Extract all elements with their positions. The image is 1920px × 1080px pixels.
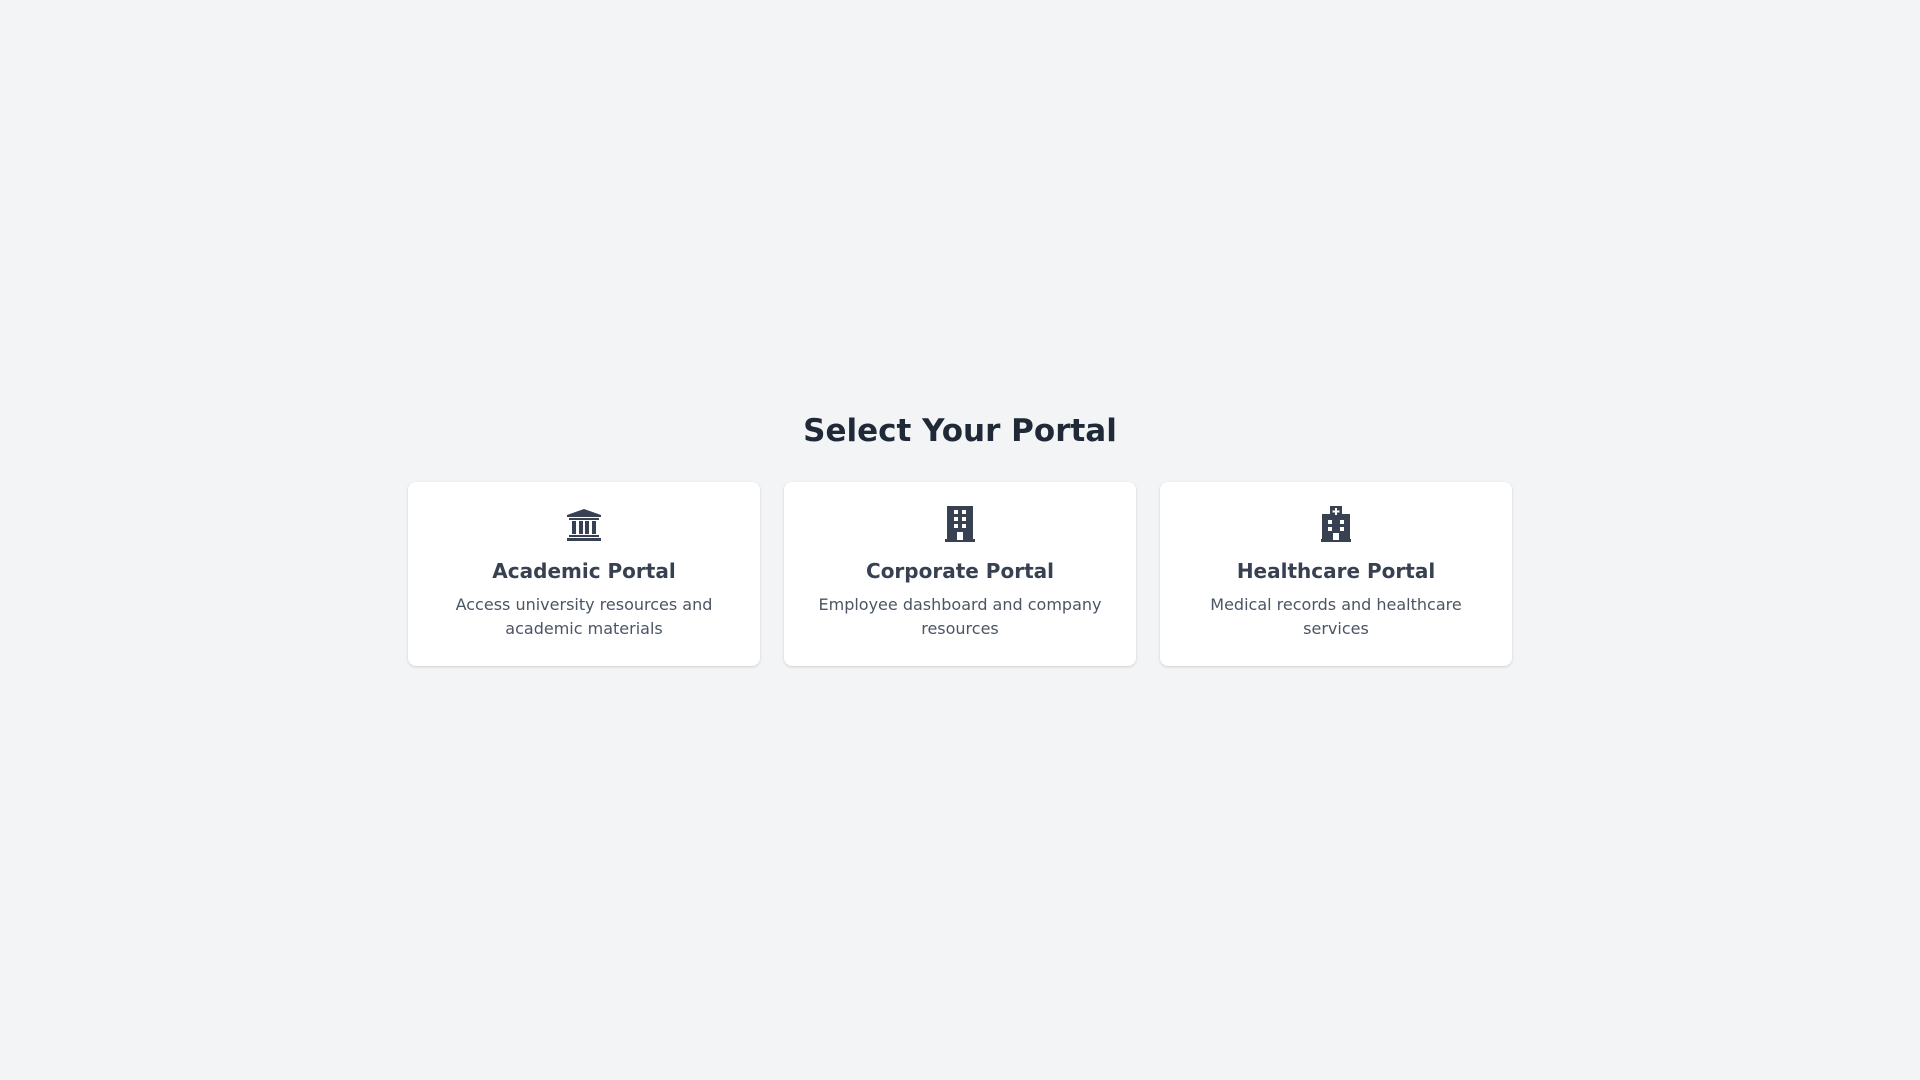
portal-card-list: Academic Portal Access university resour…	[408, 482, 1512, 666]
card-title: Corporate Portal	[866, 559, 1054, 583]
page-title: Select Your Portal	[803, 413, 1117, 449]
healthcare-portal-card[interactable]: Healthcare Portal Medical records and he…	[1160, 482, 1512, 666]
academic-portal-card[interactable]: Academic Portal Access university resour…	[408, 482, 760, 666]
building-icon	[942, 506, 978, 542]
card-description: Employee dashboard and company resources	[818, 595, 1102, 638]
corporate-portal-card[interactable]: Corporate Portal Employee dashboard and …	[784, 482, 1136, 666]
card-description: Access university resources and academic…	[455, 595, 713, 638]
portal-selection-page: Select Your Portal Academic Portal Acces…	[0, 0, 1920, 1080]
university-icon	[566, 506, 602, 542]
card-title: Academic Portal	[492, 559, 676, 583]
card-description: Medical records and healthcare services	[1210, 595, 1462, 638]
hospital-icon	[1318, 506, 1354, 542]
card-title: Healthcare Portal	[1236, 559, 1436, 583]
